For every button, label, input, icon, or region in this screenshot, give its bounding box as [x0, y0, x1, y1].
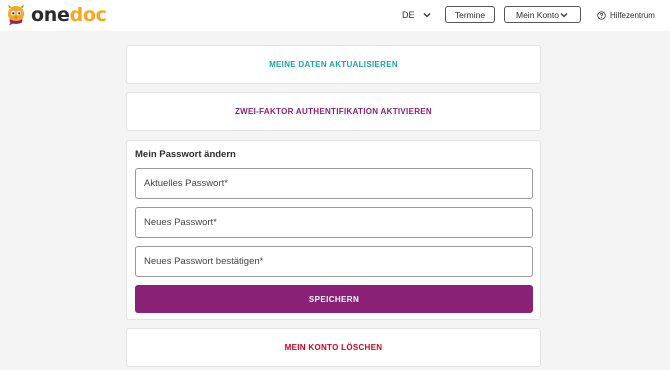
my-account-label: Mein Konto	[516, 9, 559, 20]
logo-wordmark-one: one	[31, 4, 70, 26]
update-my-data-label: MEINE DATEN AKTUALISIEREN	[269, 60, 398, 69]
language-selector[interactable]: DE	[402, 7, 432, 23]
current-password-placeholder: Aktuelles Passwort*	[144, 178, 228, 189]
update-my-data-button[interactable]: MEINE DATEN AKTUALISIEREN	[126, 45, 541, 84]
delete-account-button[interactable]: MEIN KONTO LÖSCHEN	[126, 328, 541, 367]
delete-account-label: MEIN KONTO LÖSCHEN	[284, 343, 383, 352]
confirm-password-field[interactable]: Neues Passwort bestätigen*	[135, 246, 533, 277]
current-password-field[interactable]: Aktuelles Passwort*	[135, 168, 533, 199]
question-circle-icon	[597, 10, 606, 20]
new-password-field[interactable]: Neues Passwort*	[135, 207, 533, 238]
confirm-password-placeholder: Neues Passwort bestätigen*	[144, 256, 264, 267]
appointments-button[interactable]: Termine	[445, 6, 495, 23]
onedoc-mascot-icon	[5, 4, 27, 26]
enable-two-factor-label: ZWEI-FAKTOR AUTHENTIFIKATION AKTIVIEREN	[234, 107, 433, 116]
logo-wordmark-doc: doc	[69, 4, 107, 26]
save-button-label: SPEICHERN	[308, 294, 360, 304]
change-password-card: Mein Passwort ändern Aktuelles Passwort*…	[126, 140, 541, 320]
save-button[interactable]: SPEICHERN	[135, 285, 533, 313]
top-navigation-bar: onedoc DE Termine Mein Konto Hilfezentru…	[0, 0, 670, 31]
change-password-title: Mein Passwort ändern	[135, 149, 236, 160]
my-account-dropdown[interactable]: Mein Konto	[504, 6, 581, 23]
chevron-down-icon	[422, 10, 432, 20]
chevron-down-icon	[559, 10, 569, 20]
onedoc-logo[interactable]: onedoc	[5, 3, 107, 27]
appointments-button-label: Termine	[454, 9, 486, 20]
new-password-placeholder: Neues Passwort*	[144, 217, 217, 228]
logo-wordmark: onedoc	[31, 4, 107, 26]
help-center-label: Hilfezentrum	[610, 10, 655, 20]
language-label: DE	[402, 10, 415, 20]
enable-two-factor-button[interactable]: ZWEI-FAKTOR AUTHENTIFIKATION AKTIVIEREN	[126, 92, 541, 131]
help-center-link[interactable]: Hilfezentrum	[597, 8, 655, 22]
